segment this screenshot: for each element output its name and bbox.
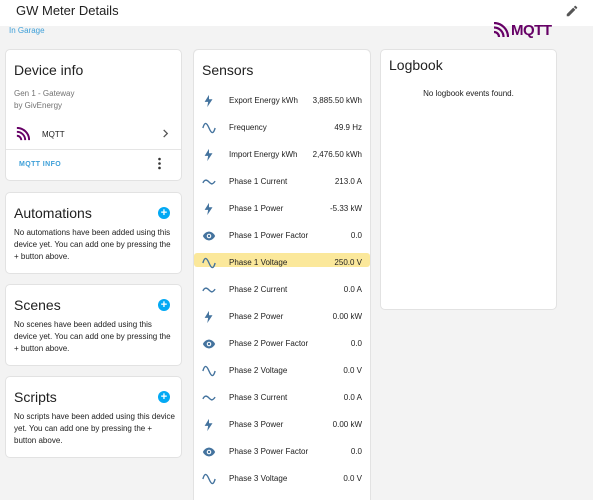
automations-title: Automations bbox=[14, 205, 92, 221]
mqtt-logo: MQTT bbox=[493, 21, 552, 39]
sensor-row[interactable]: Phase 2 Power 0.00 kW bbox=[194, 303, 370, 330]
chevron-right-icon bbox=[163, 129, 169, 138]
logbook-card: Logbook No logbook events found. bbox=[380, 49, 557, 310]
automations-empty-text: No automations have been added using thi… bbox=[14, 228, 171, 261]
sensor-value: 49.9 Hz bbox=[334, 123, 362, 132]
sensor-row[interactable]: Phase 3 Power Factor 0.0 bbox=[194, 438, 370, 465]
add-scene-button[interactable]: + bbox=[158, 299, 170, 311]
sensor-row[interactable]: Phase 2 Current 0.0 A bbox=[194, 276, 370, 303]
flash-icon bbox=[204, 94, 213, 108]
sensor-value: 0.0 bbox=[350, 339, 362, 348]
sensor-value: 0.0 bbox=[350, 447, 362, 456]
sine-wave-icon bbox=[202, 257, 216, 269]
sensor-name: Phase 3 Power Factor bbox=[229, 447, 309, 456]
mqtt-icon bbox=[16, 127, 30, 141]
integration-name: MQTT bbox=[42, 130, 65, 139]
automations-card: Automations + No automations have been a… bbox=[5, 192, 182, 274]
scripts-empty-text: No scripts have been added using this de… bbox=[14, 412, 175, 445]
sine-wave-icon bbox=[202, 122, 216, 134]
sensor-name: Phase 1 Power Factor bbox=[229, 231, 309, 240]
sensor-value: 3,885.50 kWh bbox=[312, 96, 362, 105]
pencil-icon[interactable] bbox=[565, 4, 579, 18]
sensor-name: Phase 3 Current bbox=[229, 393, 288, 402]
scenes-title: Scenes bbox=[14, 297, 61, 313]
scripts-card: Scripts + No scripts have been added usi… bbox=[5, 376, 182, 458]
sensor-name: Phase 1 Power bbox=[229, 204, 284, 213]
sensor-row[interactable]: Phase 3 Power 0.00 kW bbox=[194, 411, 370, 438]
flash-icon bbox=[204, 418, 213, 432]
logbook-title: Logbook bbox=[389, 57, 443, 73]
sensor-row[interactable]: Phase 1 Voltage 250.0 V bbox=[194, 249, 370, 276]
sensor-value: -5.33 kW bbox=[329, 204, 362, 213]
sensor-value: 0.00 kW bbox=[332, 312, 362, 321]
device-manufacturer: by GivEnergy bbox=[14, 101, 63, 110]
more-vert-icon[interactable] bbox=[157, 157, 162, 170]
mqtt-logo-icon bbox=[493, 22, 509, 38]
add-automation-button[interactable]: + bbox=[158, 207, 170, 219]
sensor-name: Phase 2 Voltage bbox=[229, 366, 288, 375]
area-link[interactable]: In Garage bbox=[9, 26, 45, 35]
divider bbox=[6, 149, 181, 150]
sensor-name: Export Energy kWh bbox=[229, 96, 298, 105]
sensor-value: 250.0 V bbox=[334, 258, 362, 267]
current-ac-icon bbox=[202, 179, 216, 185]
eye-icon bbox=[202, 231, 216, 241]
sensor-value: 0.0 V bbox=[343, 366, 362, 375]
sensor-name: Import Energy kWh bbox=[229, 150, 298, 159]
sensor-row[interactable]: Phase 1 Power Factor 0.0 bbox=[194, 222, 370, 249]
sensor-row[interactable]: Export Energy kWh 3,885.50 kWh bbox=[194, 87, 370, 114]
sensor-name: Phase 1 Current bbox=[229, 177, 288, 186]
brand-name: MQTT bbox=[511, 21, 552, 39]
sensor-value: 0.00 kW bbox=[332, 420, 362, 429]
device-model: Gen 1 - Gateway bbox=[14, 89, 75, 98]
integration-row[interactable]: MQTT bbox=[6, 122, 181, 146]
sensor-value: 0.0 bbox=[350, 231, 362, 240]
sensor-name: Frequency bbox=[229, 123, 267, 132]
sensor-value: 0.0 A bbox=[343, 285, 362, 294]
sensor-row[interactable]: Phase 2 Power Factor 0.0 bbox=[194, 330, 370, 357]
mqtt-info-button[interactable]: MQTT INFO bbox=[19, 161, 61, 168]
sensor-row[interactable]: Import Energy kWh 2,476.50 kWh bbox=[194, 141, 370, 168]
current-ac-icon bbox=[202, 287, 216, 293]
sensor-row[interactable]: Frequency 49.9 Hz bbox=[194, 114, 370, 141]
flash-icon bbox=[204, 148, 213, 162]
sensor-row[interactable]: Phase 3 Current 0.0 A bbox=[194, 384, 370, 411]
logbook-empty-text: No logbook events found. bbox=[423, 89, 514, 98]
scenes-card: Scenes + No scenes have been added using… bbox=[5, 284, 182, 366]
sine-wave-icon bbox=[202, 365, 216, 377]
sine-wave-icon bbox=[202, 473, 216, 485]
sensor-name: Phase 3 Voltage bbox=[229, 474, 288, 483]
sensor-name: Phase 2 Power bbox=[229, 312, 284, 321]
sensors-title: Sensors bbox=[202, 62, 254, 78]
eye-icon bbox=[202, 447, 216, 457]
sensor-value: 0.0 A bbox=[343, 393, 362, 402]
sensors-card: Sensors Export Energy kWh 3,885.50 kWh Fre… bbox=[193, 49, 371, 500]
eye-icon bbox=[202, 339, 216, 349]
device-info-title: Device info bbox=[14, 62, 84, 78]
page-title: GW Meter Details bbox=[16, 3, 119, 18]
add-script-button[interactable]: + bbox=[158, 391, 170, 403]
sensor-row[interactable]: Phase 1 Current 213.0 A bbox=[194, 168, 370, 195]
sensor-row[interactable]: Phase 1 Power -5.33 kW bbox=[194, 195, 370, 222]
sensor-value: 0.0 V bbox=[343, 474, 362, 483]
scripts-title: Scripts bbox=[14, 389, 57, 405]
current-ac-icon bbox=[202, 395, 216, 401]
sensor-row[interactable]: Phase 3 Voltage 0.0 V bbox=[194, 465, 370, 492]
flash-icon bbox=[204, 202, 213, 216]
scenes-empty-text: No scenes have been added using this dev… bbox=[14, 320, 171, 353]
sensor-name: Phase 2 Power Factor bbox=[229, 339, 309, 348]
flash-icon bbox=[204, 310, 213, 324]
sensor-name: Phase 1 Voltage bbox=[229, 258, 288, 267]
sensor-row[interactable]: Phase 2 Voltage 0.0 V bbox=[194, 357, 370, 384]
sensor-name: Phase 3 Power bbox=[229, 420, 284, 429]
sensor-value: 213.0 A bbox=[334, 177, 362, 186]
sensor-name: Phase 2 Current bbox=[229, 285, 288, 294]
sensor-value: 2,476.50 kWh bbox=[312, 150, 362, 159]
device-info-card: Device info Gen 1 - Gateway by GivEnergy… bbox=[5, 49, 182, 181]
